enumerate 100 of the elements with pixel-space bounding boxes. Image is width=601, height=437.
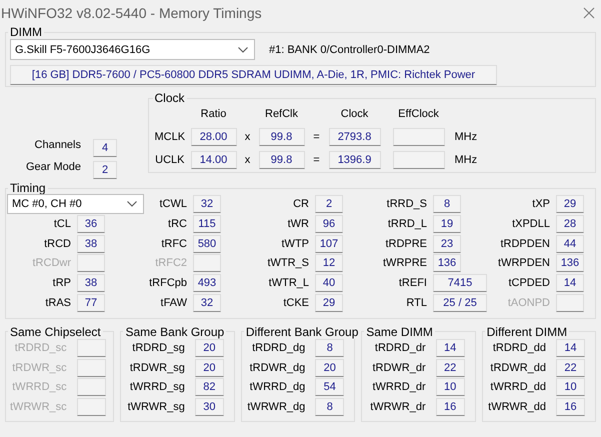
group-title: Same Chipselect bbox=[9, 324, 102, 339]
field-label: tRFCpb bbox=[149, 277, 187, 290]
value-field: 4 bbox=[93, 139, 117, 157]
value-field: 28.00 bbox=[190, 128, 237, 146]
close-icon[interactable] bbox=[583, 6, 595, 18]
group-title: DIMM bbox=[9, 25, 43, 39]
value-field bbox=[392, 151, 445, 169]
group-title: Same DIMM bbox=[365, 324, 434, 339]
value-field: 20 bbox=[194, 339, 224, 358]
field-label: tRRD_S bbox=[386, 198, 427, 210]
group-title: Different DIMM bbox=[486, 324, 568, 339]
value-field: 38 bbox=[77, 234, 105, 253]
value-field: 2 bbox=[315, 195, 343, 213]
value-field: 16 bbox=[436, 398, 465, 416]
value-field: 14 bbox=[556, 339, 586, 358]
value-field: 54 bbox=[315, 378, 344, 396]
value-field: 23 bbox=[433, 234, 461, 253]
value-field: 30 bbox=[194, 398, 224, 416]
field-label: tRAS bbox=[45, 296, 71, 309]
module-dropdown[interactable]: G.Skill F5-7600J3646G16G bbox=[10, 39, 255, 60]
value-field: 96 bbox=[315, 214, 343, 233]
field-label: tRC bbox=[168, 218, 187, 230]
value-field: 2 bbox=[93, 161, 117, 179]
value-field bbox=[76, 378, 106, 396]
value-field: 2793.8 bbox=[328, 128, 381, 146]
value-field: 29 bbox=[556, 195, 584, 213]
value-field: 20 bbox=[315, 358, 344, 377]
value-field bbox=[76, 398, 106, 416]
value-field: 580 bbox=[193, 234, 221, 253]
value-field: 44 bbox=[556, 234, 584, 253]
value-field bbox=[77, 254, 105, 272]
field-label: tWTR_L bbox=[268, 277, 309, 290]
field-label: tCWL bbox=[160, 198, 187, 210]
value-field: 14 bbox=[436, 339, 465, 358]
field-label: tWTR_S bbox=[267, 257, 309, 270]
field-label: tRDRD_dr bbox=[374, 342, 426, 354]
field-label: tWRRD_dr bbox=[371, 381, 426, 394]
group-title: Clock bbox=[154, 91, 186, 105]
field-label: MCLK bbox=[154, 131, 186, 143]
times-sign: x bbox=[244, 154, 252, 166]
field-label: CR bbox=[293, 198, 309, 210]
group-title: Timing bbox=[9, 181, 47, 195]
field-label: tRDWR_dr bbox=[371, 362, 426, 374]
value-field: 14.00 bbox=[190, 151, 237, 169]
group-title: Same Bank Group bbox=[124, 324, 226, 339]
channel-dropdown[interactable]: MC #0, CH #0 bbox=[7, 194, 144, 214]
value-field: 29 bbox=[315, 294, 343, 312]
value-field: 32 bbox=[193, 195, 221, 213]
value-field bbox=[556, 294, 584, 312]
value-field: 107 bbox=[315, 234, 343, 253]
unit-label: MHz bbox=[454, 131, 478, 143]
field-label: tRFC bbox=[161, 238, 187, 250]
value-field: 99.8 bbox=[258, 151, 305, 169]
window-title: HWiNFO32 v8.02-5440 - Memory Timings bbox=[1, 4, 262, 20]
field-label: tWRRD_sg bbox=[128, 381, 185, 394]
value-field: 25 / 25 bbox=[433, 294, 487, 312]
field-label: tCKE bbox=[283, 296, 309, 309]
equals-sign: = bbox=[312, 154, 321, 166]
field-label: tRDRD_sg bbox=[131, 342, 185, 354]
value-field: 10 bbox=[436, 378, 465, 396]
field-label: tRCD bbox=[44, 238, 71, 250]
value-field: 77 bbox=[77, 294, 105, 312]
column-header: Ratio bbox=[200, 107, 228, 122]
field-label: tRDWR_dg bbox=[248, 362, 306, 374]
field-label: UCLK bbox=[154, 154, 186, 166]
value-field: 20 bbox=[194, 358, 224, 377]
value-field: 8 bbox=[433, 195, 461, 213]
field-label: tWRWR_sc bbox=[10, 400, 67, 413]
times-sign: x bbox=[244, 131, 252, 143]
field-label: Channels bbox=[34, 139, 82, 153]
value-field: 136 bbox=[556, 254, 584, 272]
field-label: tRDRD_dg bbox=[251, 342, 306, 354]
group-title: Different Bank Group bbox=[244, 324, 360, 339]
value-field: 16 bbox=[556, 398, 586, 416]
summary-field: [16 GB] DDR5-7600 / PC5-60800 DDR5 SDRAM UDIMM, A-Die, 1R, PMIC: Richtek Power bbox=[10, 65, 497, 85]
field-label: Gear Mode bbox=[24, 161, 82, 175]
field-label: tWRRD_dg bbox=[248, 381, 306, 394]
field-label: tWRPRE bbox=[383, 257, 427, 270]
value-field: 82 bbox=[194, 378, 224, 396]
field-label: tWRRD_sc bbox=[11, 381, 67, 394]
chevron-icon bbox=[127, 201, 137, 207]
value-field: 115 bbox=[193, 214, 221, 233]
field-label: tWR bbox=[288, 218, 309, 230]
slot-label: #1: BANK 0/Controller0-DIMMA2 bbox=[269, 44, 430, 56]
value-field: 10 bbox=[556, 378, 586, 396]
value-field: 8 bbox=[315, 398, 344, 416]
field-label: tRRD_L bbox=[388, 218, 427, 230]
field-label: tAONPD bbox=[508, 296, 550, 309]
value-field: 28 bbox=[556, 214, 584, 233]
field-label: tRDRD_sc bbox=[14, 342, 67, 354]
field-label: tXPDLL bbox=[512, 218, 550, 230]
field-label: tRDRD_dd bbox=[492, 342, 546, 354]
field-label: tWRWR_sg bbox=[126, 400, 185, 413]
value-field: 32 bbox=[193, 294, 221, 312]
field-label: tWRRD_dd bbox=[489, 381, 546, 394]
field-label: tCL bbox=[54, 218, 71, 230]
field-label: RTL bbox=[406, 296, 427, 309]
value-field: 40 bbox=[315, 274, 343, 292]
field-label: tWRPDEN bbox=[498, 257, 550, 270]
value-field bbox=[76, 339, 106, 358]
